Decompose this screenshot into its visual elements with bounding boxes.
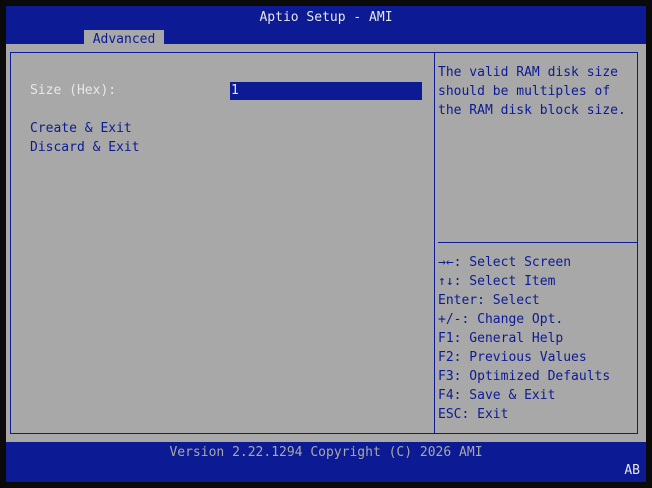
key-change-opt: +/-: Change Opt.: [438, 312, 564, 327]
key-optimized-defaults: F3: Optimized Defaults: [438, 369, 611, 384]
size-hex-label: Size (Hex):: [30, 83, 117, 98]
settings-pane: [10, 52, 435, 434]
help-text: The valid RAM disk size should be multip…: [438, 63, 638, 120]
key-enter-select: Enter: Select: [438, 293, 540, 308]
version-text: Version 2.22.1294 Copyright (C) 2026 AMI: [169, 445, 483, 460]
help-line: should be multiples of: [438, 84, 611, 99]
help-separator: [438, 242, 638, 243]
title-bar: Aptio Setup - AMI Advanced: [6, 6, 646, 50]
discard-and-exit-action[interactable]: Discard & Exit: [30, 139, 140, 157]
create-and-exit-action[interactable]: Create & Exit: [30, 120, 132, 138]
key-legend: →←: Select Screen ↑↓: Select Item Enter:…: [438, 253, 638, 424]
pane-divider: [434, 52, 435, 433]
app-title: Aptio Setup - AMI: [259, 10, 393, 25]
bios-screen: Aptio Setup - AMI Advanced Size (Hex): 1…: [0, 0, 652, 488]
help-line: The valid RAM disk size: [438, 65, 619, 80]
ab-badge: AB: [624, 463, 640, 478]
main-panel: Size (Hex): 1 Create & Exit Discard & Ex…: [6, 44, 646, 442]
key-select-screen: →←: Select Screen: [438, 255, 572, 270]
size-hex-input[interactable]: 1: [230, 82, 422, 100]
key-esc-exit: ESC: Exit: [438, 407, 509, 422]
key-previous-values: F2: Previous Values: [438, 350, 587, 365]
key-save-exit: F4: Save & Exit: [438, 388, 556, 403]
key-general-help: F1: General Help: [438, 331, 564, 346]
help-line: the RAM disk block size.: [438, 103, 626, 118]
footer-bar: Version 2.22.1294 Copyright (C) 2026 AMI…: [6, 442, 646, 482]
key-select-item: ↑↓: Select Item: [438, 274, 556, 289]
